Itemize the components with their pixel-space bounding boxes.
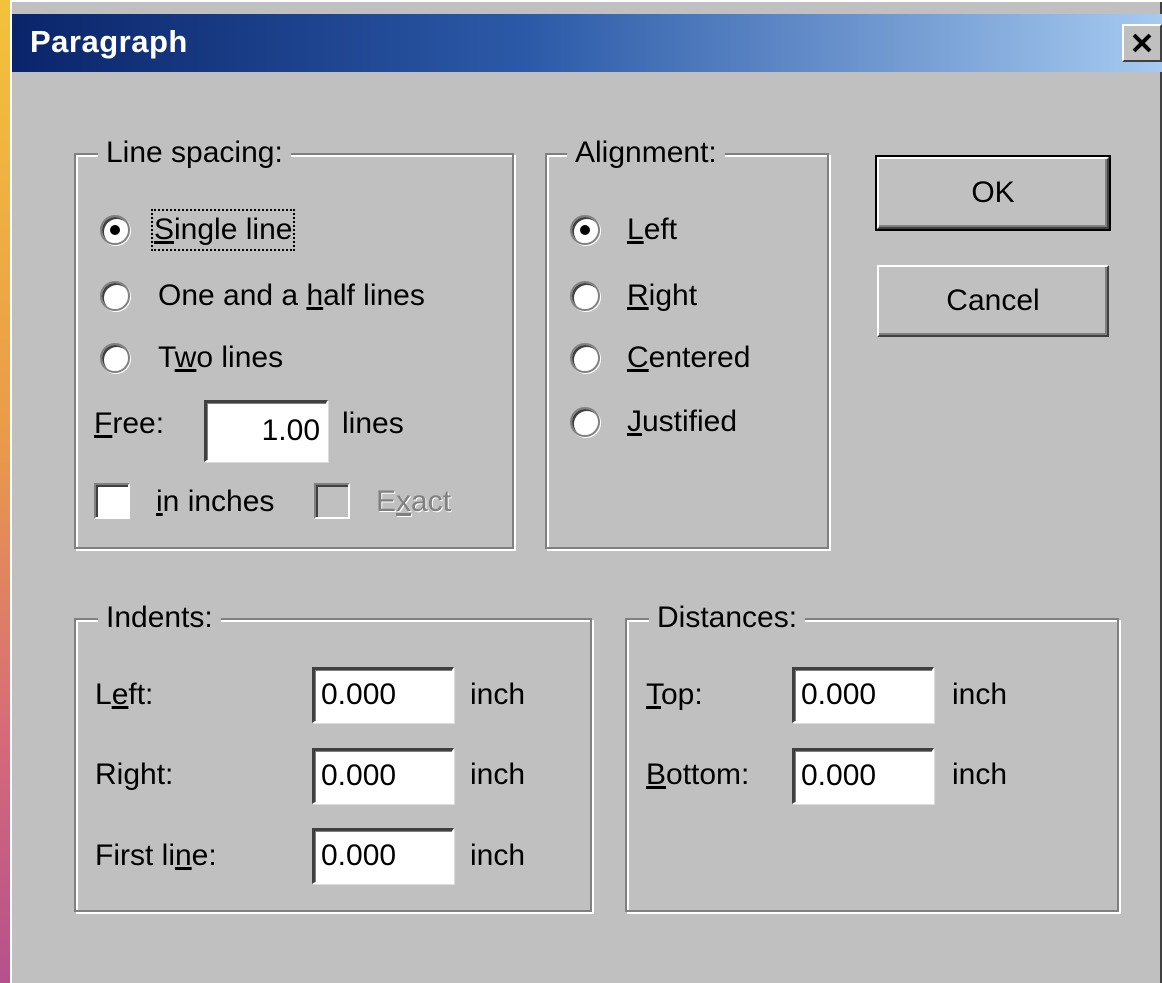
indent-first-line-input[interactable]: 0.000 [312, 828, 454, 884]
close-button[interactable] [1122, 24, 1162, 62]
cancel-button[interactable]: Cancel [877, 265, 1109, 337]
free-label: Free: [94, 407, 165, 440]
distance-top-unit: inch [952, 678, 1008, 711]
radio-single-line[interactable] [100, 215, 130, 245]
indent-right-unit: inch [470, 758, 526, 791]
radio-align-right[interactable] [570, 281, 600, 311]
radio-one-and-half-lines[interactable] [100, 281, 130, 311]
indent-first-line-unit: inch [470, 839, 526, 872]
indent-left-input[interactable]: 0.000 [312, 667, 454, 723]
free-unit-label: lines [342, 407, 404, 440]
in-inches-checkbox[interactable] [94, 483, 130, 519]
ok-button[interactable]: OK [875, 155, 1111, 231]
distance-top-label: Top: [646, 678, 703, 711]
indent-left-unit: inch [470, 678, 526, 711]
distance-top-input[interactable]: 0.000 [792, 667, 934, 723]
close-x-icon [1132, 33, 1152, 53]
distance-bottom-input[interactable]: 0.000 [792, 748, 934, 804]
label-align-left[interactable]: Left [627, 212, 677, 248]
indent-left-label: Left: [95, 678, 154, 711]
in-inches-label[interactable]: in inches [156, 484, 274, 520]
free-lines-input[interactable]: 1.00 [204, 400, 328, 462]
indent-right-label: Right: [95, 758, 174, 791]
label-align-right[interactable]: Right [627, 278, 697, 314]
label-single-line[interactable]: Single line [150, 209, 296, 251]
line-spacing-legend: Line spacing: [98, 135, 291, 171]
label-align-centered[interactable]: Centered [627, 340, 750, 376]
distance-bottom-unit: inch [952, 758, 1008, 791]
exact-checkbox[interactable] [314, 483, 350, 519]
radio-two-lines[interactable] [100, 343, 130, 373]
dialog-title: Paragraph [30, 24, 188, 59]
indent-right-input[interactable]: 0.000 [312, 748, 454, 804]
distance-bottom-label: Bottom: [646, 758, 750, 791]
indent-first-line-label: First line: [95, 839, 217, 872]
label-one-and-half-lines[interactable]: One and a half lines [158, 278, 425, 314]
label-two-lines[interactable]: Two lines [158, 340, 283, 376]
indents-legend: Indents: [98, 600, 221, 636]
alignment-legend: Alignment: [567, 135, 725, 171]
radio-align-justified[interactable] [570, 407, 600, 437]
title-bar[interactable]: Paragraph [12, 14, 1162, 72]
radio-align-centered[interactable] [570, 343, 600, 373]
label-align-justified[interactable]: Justified [627, 404, 737, 440]
radio-align-left[interactable] [570, 215, 600, 245]
distances-legend: Distances: [649, 600, 806, 636]
exact-label: Exact [376, 485, 452, 518]
